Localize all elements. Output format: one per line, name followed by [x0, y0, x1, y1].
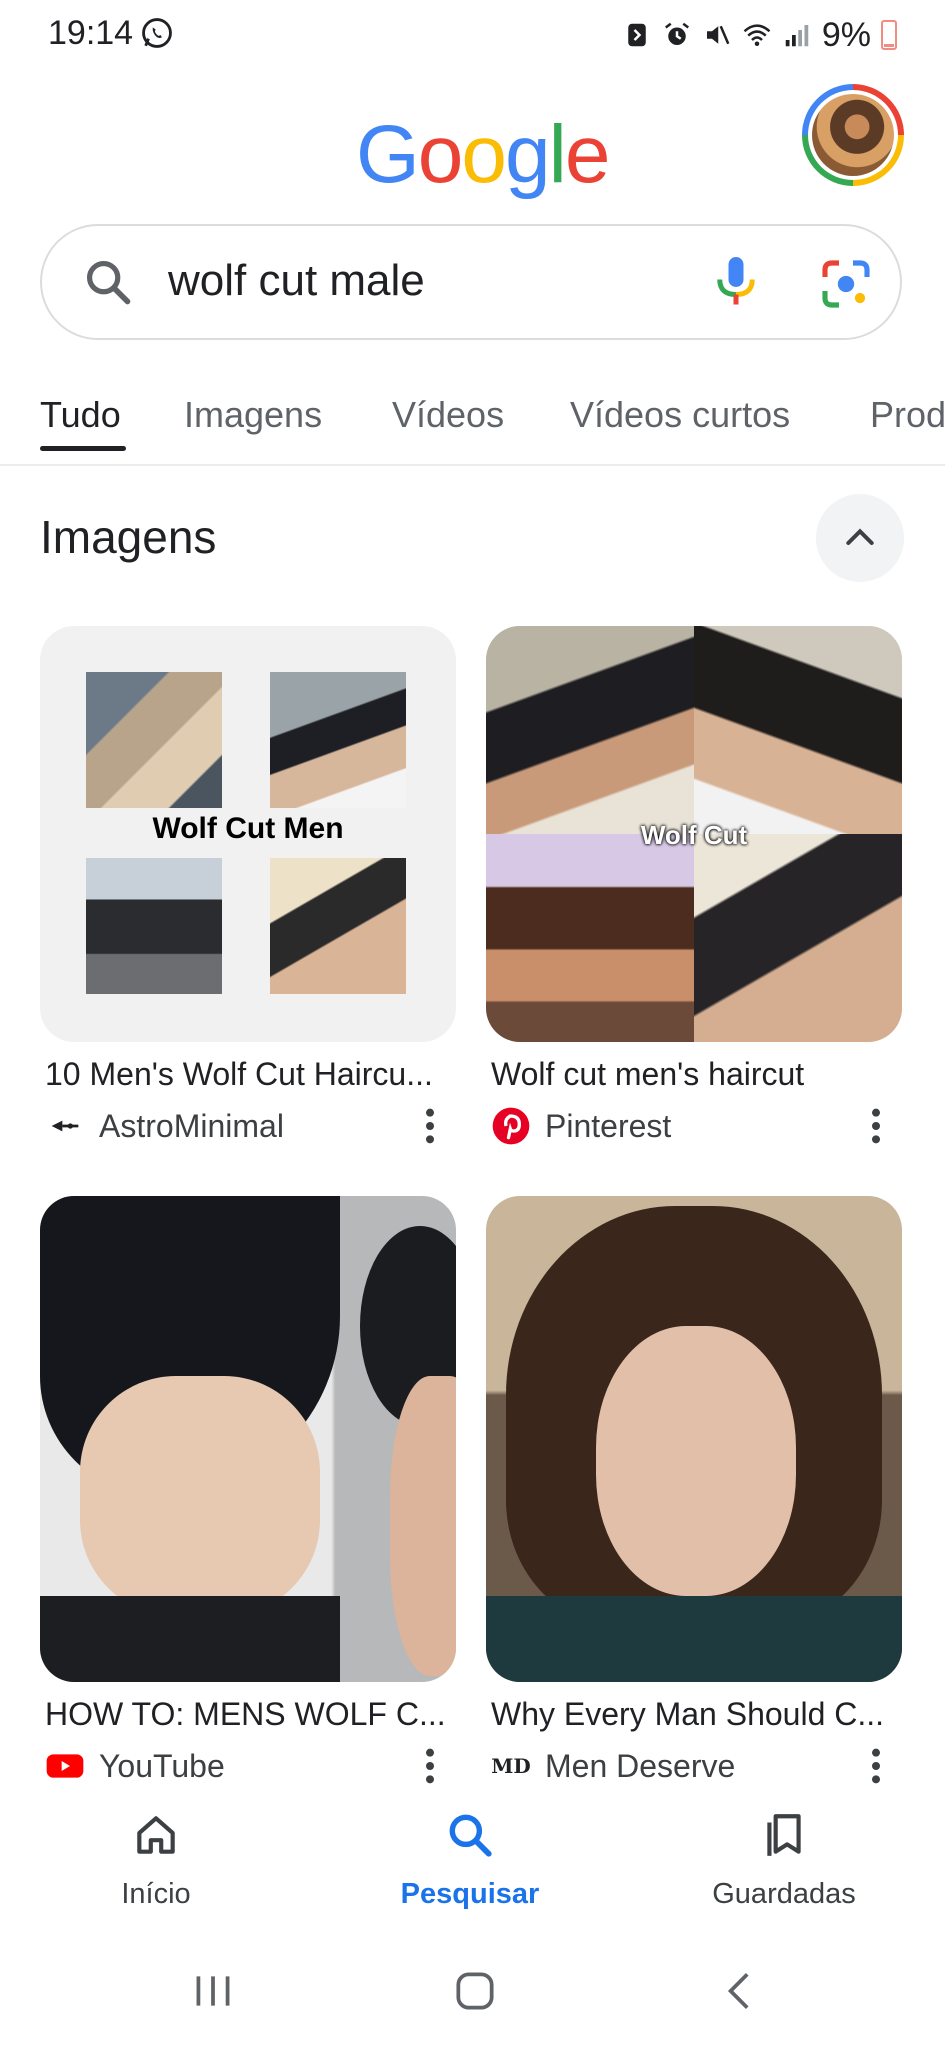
collage-photo — [694, 626, 902, 834]
image-result-card[interactable]: Wolf Cut Wolf cut men's haircut Pinteres… — [486, 626, 902, 1145]
logo-letter: o — [417, 109, 464, 200]
logo-letter: e — [564, 109, 611, 200]
collage-photo — [270, 672, 406, 808]
result-title[interactable]: Why Every Man Should C... — [491, 1696, 901, 1733]
image-result-card[interactable]: Why Every Man Should C... MD Men Deserve — [486, 1196, 902, 1784]
shirt-shape — [486, 1596, 902, 1682]
bottom-navigation: Início Pesquisar Guardadas — [0, 1790, 945, 1930]
avatar-image — [812, 94, 894, 176]
result-title[interactable]: 10 Men's Wolf Cut Haircu... — [45, 1056, 455, 1093]
status-time: 19:14 — [48, 14, 134, 52]
search-icon — [86, 260, 131, 305]
face-shape — [596, 1326, 796, 1596]
nav-item-home[interactable]: Início — [56, 1810, 256, 1911]
nav-item-search[interactable]: Pesquisar — [370, 1810, 570, 1911]
section-title: Imagens — [40, 511, 217, 563]
status-icons: 9% — [622, 14, 897, 56]
result-source[interactable]: AstroMinimal — [45, 1106, 284, 1146]
account-avatar-button[interactable] — [802, 84, 904, 186]
collage-photo — [486, 626, 694, 834]
tab-imagens[interactable]: Imagens — [184, 394, 322, 436]
astrominimal-logo-icon — [45, 1106, 85, 1146]
back-icon[interactable] — [716, 1966, 766, 2016]
tab-tudo[interactable]: Tudo — [40, 394, 121, 436]
face-shape — [390, 1376, 456, 1676]
collage-photo — [86, 672, 222, 808]
more-options-icon[interactable] — [424, 1106, 436, 1146]
collage-photo — [694, 834, 902, 1042]
more-options-icon[interactable] — [424, 1746, 436, 1786]
mute-icon — [706, 25, 730, 45]
logo-letter: G — [356, 109, 420, 200]
nav-item-saved[interactable]: Guardadas — [684, 1810, 884, 1911]
shirt-shape — [40, 1596, 340, 1682]
thumbnail-caption: Wolf Cut Men — [152, 812, 344, 845]
result-thumbnail[interactable]: Wolf Cut — [486, 626, 902, 1042]
recent-apps-icon[interactable] — [188, 1966, 238, 2016]
result-thumbnail[interactable] — [40, 1196, 456, 1682]
avatar — [808, 90, 898, 180]
active-tab-indicator — [40, 446, 126, 451]
search-tabs: Tudo Imagens Vídeos Vídeos curtos Prod — [0, 380, 945, 466]
search-box[interactable] — [40, 224, 902, 340]
result-source-name: YouTube — [99, 1747, 225, 1784]
home-icon — [137, 1816, 175, 1854]
collage-photo — [86, 858, 222, 994]
search-input[interactable] — [168, 256, 688, 306]
tab-videos[interactable]: Vídeos — [392, 394, 504, 436]
whatsapp-icon — [142, 18, 172, 48]
collapse-section-button[interactable] — [816, 494, 904, 582]
signal-icon — [785, 25, 809, 47]
nav-label-search: Pesquisar — [400, 1878, 540, 1910]
google-lens-icon[interactable] — [818, 256, 874, 312]
alarm-icon — [664, 22, 689, 45]
result-source-name: AstroMinimal — [99, 1107, 284, 1144]
status-bar: 19:14 9% — [0, 0, 945, 72]
microphone-icon[interactable] — [706, 252, 766, 312]
search-icon — [449, 1814, 492, 1857]
result-title[interactable]: HOW TO: MENS WOLF C... — [45, 1696, 455, 1733]
nfc-icon — [628, 23, 646, 47]
tab-products[interactable]: Prod — [870, 394, 945, 436]
youtube-icon — [45, 1746, 85, 1786]
image-result-card[interactable]: Wolf Cut Men 10 Men's Wolf Cut Haircu...… — [40, 626, 456, 1144]
face-shape — [80, 1376, 320, 1616]
more-options-icon[interactable] — [870, 1746, 882, 1786]
battery-percent: 9% — [821, 15, 871, 54]
result-source-name: Pinterest — [545, 1107, 672, 1144]
wifi-icon — [743, 24, 771, 46]
nav-label-home: Início — [121, 1878, 191, 1910]
chevron-up-icon — [846, 528, 874, 545]
thumbnail-caption: Wolf Cut — [640, 820, 748, 850]
result-thumbnail[interactable] — [486, 1196, 902, 1682]
result-source-name: Men Deserve — [545, 1747, 736, 1784]
men-deserve-logo-icon: MD — [491, 1754, 531, 1778]
more-options-icon[interactable] — [870, 1106, 882, 1146]
result-source[interactable]: MD Men Deserve — [491, 1746, 735, 1786]
collage-photo — [486, 834, 694, 1042]
google-logo: Google — [356, 108, 611, 202]
result-source[interactable]: YouTube — [45, 1746, 225, 1786]
logo-letter: l — [548, 109, 567, 200]
system-navigation-bar — [0, 1930, 945, 2048]
result-title[interactable]: Wolf cut men's haircut — [491, 1056, 901, 1093]
collage-photo — [270, 858, 406, 994]
tab-videos-curtos[interactable]: Vídeos curtos — [570, 394, 790, 436]
image-result-card[interactable]: HOW TO: MENS WOLF C... YouTube — [40, 1196, 456, 1784]
pinterest-icon — [491, 1106, 531, 1146]
result-thumbnail[interactable]: Wolf Cut Men — [40, 626, 456, 1042]
home-button-icon[interactable] — [450, 1966, 500, 2016]
logo-letter: g — [505, 109, 551, 200]
nav-label-saved: Guardadas — [712, 1878, 856, 1910]
bookmarks-icon — [767, 1814, 801, 1856]
result-source[interactable]: Pinterest — [491, 1106, 671, 1146]
logo-letter: o — [461, 109, 507, 200]
battery-icon — [881, 20, 897, 50]
